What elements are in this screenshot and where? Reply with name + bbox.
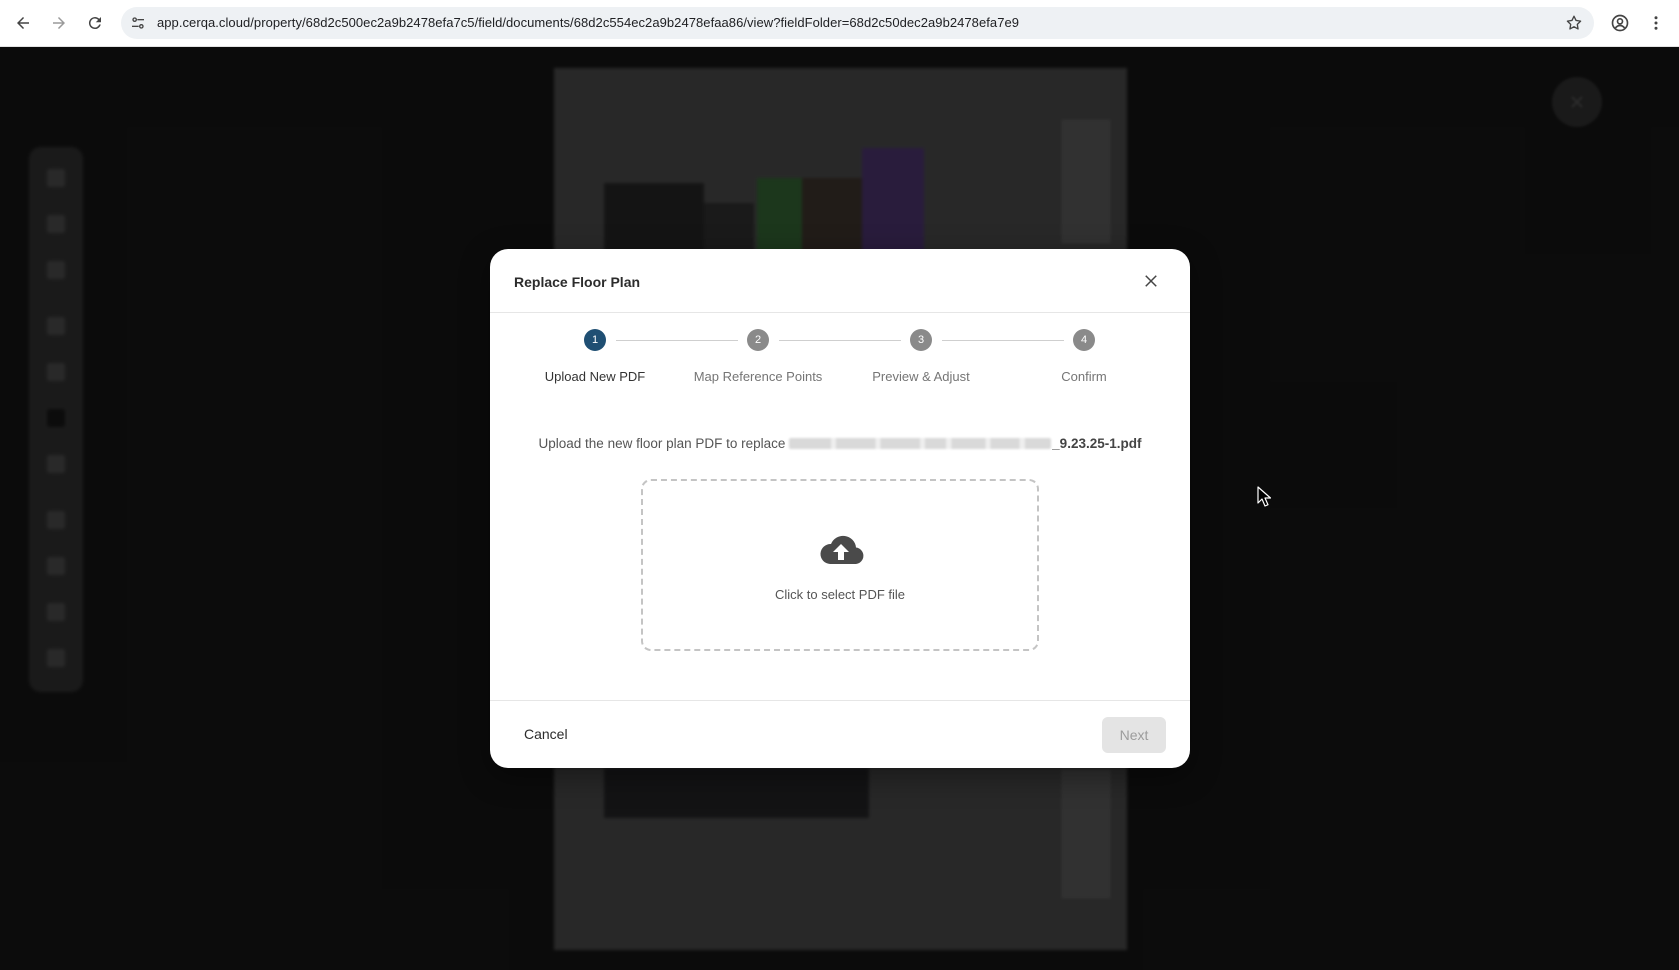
site-info-icon[interactable] — [129, 14, 147, 32]
pdf-dropzone[interactable]: Click to select PDF file — [641, 479, 1039, 651]
address-bar[interactable]: app.cerqa.cloud/property/68d2c500ec2a9b2… — [121, 7, 1594, 39]
browser-toolbar: app.cerqa.cloud/property/68d2c500ec2a9b2… — [0, 0, 1679, 47]
dialog-title: Replace Floor Plan — [514, 274, 641, 290]
mouse-cursor-icon — [1257, 486, 1271, 507]
profile-icon[interactable] — [1606, 11, 1634, 35]
url-text[interactable]: app.cerqa.cloud/property/68d2c500ec2a9b2… — [157, 15, 1019, 30]
dialog-header: Replace Floor Plan — [490, 249, 1190, 313]
current-file-name: _9.23.25-1.pdf — [1052, 436, 1142, 451]
instructions-text: Upload the new floor plan PDF to replace — [538, 436, 786, 451]
cancel-button[interactable]: Cancel — [514, 719, 578, 749]
redacted-filename — [789, 438, 1052, 449]
step-3-label: Preview & Adjust — [872, 369, 970, 384]
more-vert-icon[interactable] — [1644, 11, 1668, 35]
next-button[interactable]: Next — [1102, 717, 1166, 753]
step-4-label: Confirm — [1061, 369, 1107, 384]
forward-button[interactable] — [45, 9, 73, 37]
reload-icon — [88, 17, 101, 30]
reload-button[interactable] — [81, 9, 109, 37]
step-connector — [942, 340, 1064, 341]
step-connector — [616, 340, 738, 341]
back-button[interactable] — [9, 9, 37, 37]
wizard-stepper: 1 2 3 4 Upload New PDF Map Reference Poi… — [490, 329, 1190, 409]
step-4-indicator: 4 — [1073, 329, 1095, 351]
replace-floor-plan-dialog: Replace Floor Plan 1 2 3 4 Upload New PD… — [490, 249, 1190, 768]
step-2-label: Map Reference Points — [693, 369, 823, 384]
step-1-indicator: 1 — [584, 329, 606, 351]
close-button[interactable] — [1138, 268, 1164, 294]
close-icon — [1145, 275, 1157, 287]
step-1-label: Upload New PDF — [544, 369, 646, 384]
back-arrow-icon — [17, 17, 29, 29]
upload-instructions: Upload the new floor plan PDF to replace… — [490, 436, 1190, 451]
forward-arrow-icon — [53, 17, 65, 29]
step-2-indicator: 2 — [747, 329, 769, 351]
dialog-footer: Cancel Next — [490, 700, 1190, 768]
step-3-indicator: 3 — [910, 329, 932, 351]
cloud-upload-icon — [820, 535, 864, 564]
star-icon[interactable] — [1564, 13, 1584, 33]
dropzone-label: Click to select PDF file — [774, 587, 906, 602]
step-connector — [779, 340, 901, 341]
